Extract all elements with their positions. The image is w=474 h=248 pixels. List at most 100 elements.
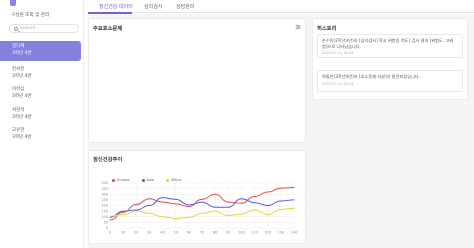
history-card: 히스토리 손수민(2학년3반)의 [심리검사] 학교 위험링 척도] 검사 결과…	[312, 18, 468, 100]
x-tick-label: 110	[251, 231, 257, 235]
y-tick-label: 400	[102, 181, 108, 185]
student-grade: 3학년 4반	[12, 114, 32, 120]
data-point-africa	[201, 212, 203, 214]
data-point-asia	[148, 205, 150, 206]
data-point-asia	[109, 216, 111, 218]
brand-mark	[10, 0, 16, 6]
data-point-africa	[254, 209, 256, 211]
data-point-africa	[293, 207, 295, 209]
data-point-europe	[267, 191, 269, 193]
y-tick-label: 250	[102, 198, 108, 202]
data-point-asia	[254, 202, 256, 204]
x-tick-label: 140	[291, 231, 297, 235]
y-tick-label: 300	[102, 192, 108, 196]
tab-psych-test[interactable]: 심리검사	[144, 3, 162, 10]
data-point-asia	[175, 198, 177, 200]
trend-title: 정신건강추이	[93, 157, 123, 163]
data-point-asia	[240, 198, 242, 200]
history-text: 박통찬(3학년4반)의 [호소문제 자살]가 발견되었습니다.	[322, 74, 421, 79]
history-text: 손수민(2학년3반)의 [심리검사] 학교 위험링 척도] 검사 결과 [위험도…	[322, 38, 454, 49]
x-tick-label: 70	[200, 231, 204, 235]
data-point-africa	[214, 210, 216, 212]
student-grade: 3학년 4반	[12, 134, 32, 140]
settings-icon[interactable]	[295, 24, 301, 30]
data-point-africa	[175, 217, 177, 219]
y-tick-label: 0	[106, 226, 108, 230]
data-point-africa	[109, 215, 111, 217]
x-tick-label: 30	[147, 231, 151, 235]
data-point-europe	[109, 219, 111, 221]
data-point-africa	[135, 210, 137, 212]
sidebar-student-item[interactable]: 서현석 3학년 4반	[9, 105, 81, 125]
x-tick-label: 90	[226, 231, 230, 235]
history-entry[interactable]: 손수민(2학년3반)의 [심리검사] 학교 위험링 척도] 검사 결과 [위험도…	[317, 34, 463, 58]
data-point-asia	[188, 204, 190, 206]
sidebar: 구성원 조회 및 관리 엄다혜 3학년 4반 진서진 3학년 4반 이아심 3학…	[0, 0, 84, 248]
x-tick-label: 80	[213, 231, 217, 235]
data-point-asia	[227, 206, 229, 208]
main-problems-title: 주요호소문제	[93, 26, 123, 32]
x-tick-label: 40	[160, 231, 164, 235]
data-point-africa	[122, 214, 124, 215]
y-tick-label: 350	[102, 187, 108, 191]
y-tick-label: 150	[102, 209, 108, 213]
history-time: 2023-07-11 12:04	[322, 81, 354, 86]
tab-mental-health-data[interactable]: 정신건강 데이터	[99, 3, 133, 10]
data-point-europe	[280, 187, 282, 189]
sidebar-student-item[interactable]: 이아심 3학년 4반	[9, 84, 81, 104]
search-input[interactable]	[20, 26, 76, 31]
tab-counseling[interactable]: 상담관리	[176, 3, 194, 10]
search-icon	[14, 26, 18, 31]
sidebar-student-item[interactable]: 진서진 3학년 4반	[9, 64, 81, 84]
y-tick-label: 200	[102, 204, 108, 208]
data-point-asia	[201, 201, 203, 203]
x-tick-label: 60	[187, 231, 191, 235]
data-point-africa	[148, 212, 150, 214]
data-point-africa	[267, 214, 269, 215]
x-tick-label: 10	[121, 231, 125, 235]
sidebar-student-item[interactable]: 고유한 3학년 4반	[9, 125, 81, 145]
data-point-asia	[135, 209, 137, 211]
student-grade: 3학년 4반	[12, 73, 32, 79]
data-point-africa	[240, 213, 242, 215]
data-point-europe	[254, 196, 256, 197]
data-point-europe	[293, 187, 295, 188]
data-point-asia	[280, 200, 282, 202]
data-point-africa	[188, 216, 190, 218]
data-point-europe	[122, 211, 124, 213]
main-problems-card: 주요호소문제	[88, 18, 306, 143]
data-point-asia	[214, 206, 216, 208]
y-tick-label: 100	[102, 215, 108, 219]
data-point-africa	[162, 216, 164, 218]
history-title: 히스토리	[317, 26, 337, 32]
data-point-asia	[162, 197, 164, 199]
data-point-africa	[280, 208, 282, 210]
data-point-europe	[214, 193, 216, 195]
history-time: 2023-07-11 12:04	[322, 51, 354, 55]
x-tick-label: 120	[264, 231, 270, 235]
search-box[interactable]	[9, 24, 79, 33]
sidebar-student-item[interactable]: 엄다혜 3학년 4반	[0, 41, 81, 61]
data-point-europe	[162, 201, 164, 203]
data-point-europe	[188, 206, 190, 208]
sidebar-subtitle: 구성원 조회 및 관리	[11, 13, 50, 18]
x-tick-label: 100	[238, 231, 244, 235]
x-tick-label: 0	[109, 231, 111, 235]
data-point-europe	[135, 203, 137, 205]
data-point-europe	[227, 201, 229, 203]
data-point-europe	[201, 198, 203, 200]
x-tick-label: 50	[174, 231, 178, 235]
data-point-asia	[122, 210, 124, 212]
tab-bar: 정신건강 데이터 심리검사 상담관리	[88, 0, 474, 14]
x-tick-label: 20	[134, 231, 138, 235]
data-point-europe	[240, 202, 242, 204]
x-tick-label: 130	[278, 231, 284, 235]
data-point-europe	[148, 198, 150, 200]
trend-line-chart: 0501001502002503003504000 10 20 30 40 50 60 70 8…	[102, 181, 298, 235]
student-grade: 3학년 4반	[12, 50, 32, 56]
data-point-africa	[227, 215, 229, 217]
data-point-europe	[175, 203, 177, 205]
history-entry[interactable]: 박통찬(3학년4반)의 [호소문제 자살]가 발견되었습니다. 2023-07-…	[317, 70, 463, 92]
student-grade: 3학년 4반	[12, 93, 32, 99]
y-tick-label: 50	[104, 221, 108, 225]
